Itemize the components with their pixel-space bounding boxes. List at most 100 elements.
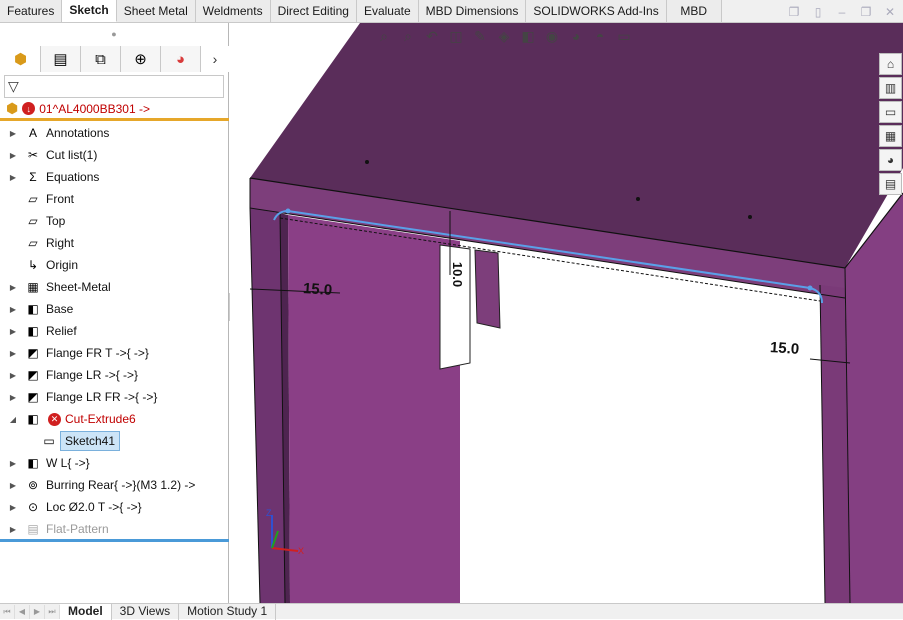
maximize-icon[interactable]: ❐ [859, 6, 873, 18]
tree-item[interactable]: ▶ ◩ Flange FR T ->{ ->} [0, 342, 229, 364]
next-tab-icon[interactable]: ▶ [30, 604, 45, 619]
expand-arrow-icon[interactable]: ▶ [8, 305, 18, 314]
tab-sketch[interactable]: Sketch [62, 0, 117, 22]
expand-arrow-icon[interactable]: ▶ [8, 459, 18, 468]
annotations-icon: A [28, 126, 37, 140]
dimension-10-vertical[interactable]: 10.0 [450, 262, 465, 287]
design-library-icon[interactable]: ▥ [879, 77, 902, 99]
panel-grip-icon[interactable]: ● [0, 23, 228, 45]
tree-item[interactable]: ▶ ◧ Relief [0, 320, 229, 342]
task-pane: ⌂ ▥ ▭ ▦ ◕ ▤ [879, 53, 903, 195]
apply-scene-icon[interactable]: ◓ [591, 26, 609, 46]
tree-item[interactable]: ▶ ▤ Flat-Pattern [0, 518, 229, 540]
burring-icon: ⊚ [27, 478, 39, 492]
view-orientation-icon[interactable]: ◈ [495, 26, 513, 46]
expand-arrow-icon[interactable]: ▶ [8, 173, 18, 182]
right-side-face[interactable] [845, 193, 903, 603]
property-manager-tab[interactable]: ▤ [41, 46, 81, 72]
close-icon[interactable]: ✕ [883, 6, 897, 18]
tab-sheet-metal[interactable]: Sheet Metal [116, 0, 196, 22]
tree-item[interactable]: ▶ ◩ Flange LR FR ->{ ->} [0, 386, 229, 408]
expand-arrow-icon[interactable]: ▶ [8, 393, 18, 402]
tab-weldments[interactable]: Weldments [195, 0, 271, 22]
tree-item[interactable]: ▶ ▦ Sheet-Metal [0, 276, 229, 298]
relief-icon: ◧ [27, 324, 39, 338]
display-manager-tab[interactable]: ◕ [161, 46, 201, 72]
feature-manager-tab[interactable]: ⬢ [1, 46, 41, 72]
expand-arrow-icon[interactable]: ▶ [8, 525, 18, 534]
appearances-icon[interactable]: ◕ [879, 149, 902, 171]
dimension-15-left[interactable]: 15.0 [302, 280, 332, 299]
expand-arrow-icon[interactable]: ▶ [8, 283, 18, 292]
tab-direct-editing[interactable]: Direct Editing [270, 0, 357, 22]
edit-appearance-icon[interactable]: ◕ [567, 26, 585, 46]
tree-item[interactable]: ▶ ✂ Cut list(1) [0, 144, 229, 166]
view-palette-icon[interactable]: ▦ [879, 125, 902, 147]
tree-filter[interactable]: ▽ [4, 75, 224, 98]
zoom-to-fit-icon[interactable]: ⌕ [375, 26, 393, 46]
bottom-tab-motion-study-1[interactable]: Motion Study 1 [179, 603, 277, 620]
manager-tabs: ⬢ ▤ ⧉ ⊕ ◕ › [1, 46, 229, 72]
tree-item[interactable]: ▱ Front [0, 188, 229, 210]
dimension-15-right[interactable]: 15.0 [769, 339, 799, 358]
prev-tab-icon[interactable]: ◀ [15, 604, 30, 619]
dynamic-annotation-icon[interactable]: ✎ [471, 26, 489, 46]
previous-view-icon[interactable]: ↶ [423, 26, 441, 46]
zoom-to-area-icon[interactable]: ⌕ [399, 26, 417, 46]
tab-solidworks-add-ins[interactable]: SOLIDWORKS Add-Ins [526, 0, 667, 22]
part-root-row[interactable]: ⬢ ↓ 01^AL4000BB301 -> [0, 99, 229, 121]
tree-item-label: W L{ ->} [46, 456, 90, 470]
expand-arrow-icon[interactable]: ▶ [8, 327, 18, 336]
display-style-icon[interactable]: ◧ [519, 26, 537, 46]
expand-arrow-icon[interactable]: ▶ [8, 129, 18, 138]
custom-properties-icon[interactable]: ▤ [879, 173, 902, 195]
restore-icon[interactable]: ❐ [787, 6, 801, 18]
tree-item[interactable]: ▶ ◧ Base [0, 298, 229, 320]
origin-icon: ↳ [27, 258, 39, 272]
tree-item[interactable]: ▱ Top [0, 210, 229, 232]
hide-show-icon[interactable]: ◉ [543, 26, 561, 46]
tree-item[interactable]: ↳ Origin [0, 254, 229, 276]
first-tab-icon[interactable]: ⏮ [0, 604, 15, 619]
tree-item[interactable]: ▶ ⊙ Loc Ø2.0 T ->{ ->} [0, 496, 229, 518]
tree-item-label: Loc Ø2.0 T ->{ ->} [46, 500, 142, 514]
collapse-arrow-icon[interactable]: ◢ [8, 415, 18, 424]
graphics-area[interactable]: Z X 15.0 15.0 10.0 ⌕ ⌕ ↶ ◫ ✎ ◈ ◧ ◉ ◕ ◓ ▭… [230, 23, 903, 603]
tree-item[interactable]: ▶ ◩ Flange LR ->{ ->} [0, 364, 229, 386]
minimize-icon[interactable]: – [835, 6, 849, 18]
bottom-tab-3d-views[interactable]: 3D Views [112, 603, 180, 620]
bottom-tab-model[interactable]: Model [60, 603, 112, 620]
home-icon[interactable]: ⌂ [879, 53, 902, 75]
more-tabs-button[interactable]: › [201, 46, 229, 72]
expand-arrow-icon[interactable]: ▶ [8, 481, 18, 490]
tab-evaluate[interactable]: Evaluate [356, 0, 419, 22]
tree-item[interactable]: ▶ ⊚ Burring Rear{ ->}(M3 1.2) -> [0, 474, 229, 496]
expand-arrow-icon[interactable]: ▶ [8, 151, 18, 160]
model-view[interactable]: Z X [230, 23, 903, 603]
expand-arrow-icon[interactable]: ▶ [8, 503, 18, 512]
equations-icon: Σ [29, 170, 37, 184]
expand-arrow-icon[interactable]: ▶ [8, 349, 18, 358]
configuration-manager-tab[interactable]: ⧉ [81, 46, 121, 72]
tree-item[interactable]: ▱ Right [0, 232, 229, 254]
file-explorer-icon[interactable]: ▭ [879, 101, 902, 123]
edge-flange-icon: ◩ [27, 368, 39, 382]
tree-item[interactable]: ▶ Σ Equations [0, 166, 229, 188]
error-arrow-icon: ↓ [22, 102, 36, 115]
view-settings-icon[interactable]: ▭ [615, 26, 633, 46]
rollback-bar[interactable] [0, 539, 229, 542]
tree-item[interactable]: ▶ A Annotations [0, 122, 229, 144]
tree-item[interactable]: ▭ Sketch41 [0, 430, 229, 452]
bottom-tabs: Model 3D Views Motion Study 1 [60, 603, 277, 620]
section-view-icon[interactable]: ◫ [447, 26, 465, 46]
dimxpert-manager-tab[interactable]: ⊕ [121, 46, 161, 72]
tile-icon[interactable]: ▯ [811, 6, 825, 18]
tree-item[interactable]: ▶ ◧ W L{ ->} [0, 452, 229, 474]
tree-item-label: Flat-Pattern [46, 522, 109, 536]
expand-arrow-icon[interactable]: ▶ [8, 371, 18, 380]
last-tab-icon[interactable]: ⏭ [45, 604, 60, 619]
tree-item[interactable]: ◢ ◧ ✕ Cut-Extrude6 [0, 408, 229, 430]
tab-mbd-dimensions[interactable]: MBD Dimensions [418, 0, 527, 22]
tab-features[interactable]: Features [0, 0, 63, 22]
tab-mbd[interactable]: MBD [666, 0, 722, 22]
